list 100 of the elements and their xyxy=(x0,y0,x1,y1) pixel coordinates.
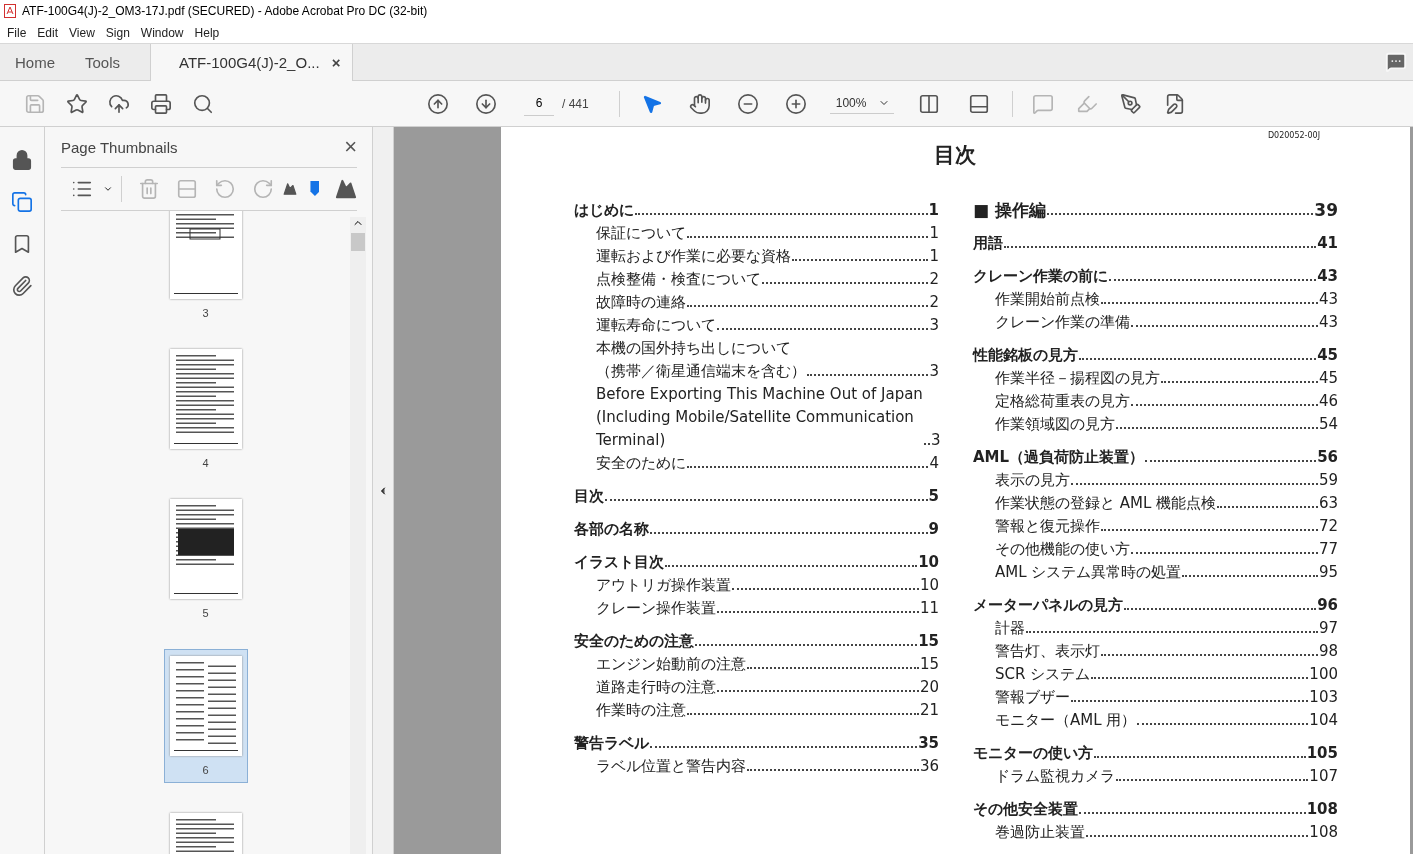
toc-entry: エンジン始動前の注意 15 xyxy=(595,654,939,675)
caret-icon xyxy=(103,184,113,194)
menu-item[interactable]: Help xyxy=(189,25,225,40)
menu-item[interactable]: File xyxy=(2,25,32,40)
chat-icon[interactable] xyxy=(1385,51,1407,73)
page-label: 3 xyxy=(202,307,209,319)
lock-button[interactable] xyxy=(11,149,33,171)
pen-icon xyxy=(1120,92,1143,115)
document-code: D020052-00J xyxy=(1267,131,1320,140)
scroll-mode-icon xyxy=(968,92,991,115)
toc-heading: モニターの使い方 105 xyxy=(973,743,1338,764)
page-thumbnail[interactable] xyxy=(169,211,242,299)
document-title: 目次 xyxy=(934,142,977,169)
toc-entry: AML システム異常時の処置 95 xyxy=(994,562,1338,583)
arrow-up-icon xyxy=(427,92,449,115)
page-label: 6 xyxy=(202,764,209,776)
printer-icon xyxy=(150,92,172,115)
toc-entry: 運転および作業に必要な資格 1 xyxy=(595,246,939,267)
toc-entry: 計器 97 xyxy=(994,618,1338,639)
menu-item[interactable]: Sign xyxy=(100,25,135,40)
scrollbar-thumb[interactable] xyxy=(351,233,365,251)
toc-entry: 点検整備・検査について 2 xyxy=(595,269,939,290)
tab[interactable]: ATF-100G4(J)-2_O... × xyxy=(150,44,354,81)
toc-entry: クレーン作業の準備 43 xyxy=(994,312,1338,333)
toc-entry: その他機能の使い方 77 xyxy=(994,539,1338,560)
fit-page-icon xyxy=(918,92,941,115)
page-label: 4 xyxy=(202,457,209,469)
pdf-icon xyxy=(4,4,16,18)
paperclip-icon xyxy=(11,275,33,297)
page-thumbnail[interactable] xyxy=(169,349,242,449)
toc-entry: 故障時の連絡 2 xyxy=(595,292,939,313)
toc-entry: 警報と復元操作 72 xyxy=(994,516,1338,537)
toc-entry: 作業時の注意 21 xyxy=(595,700,939,721)
menu-item[interactable]: Window xyxy=(135,25,189,40)
page-number-field[interactable]: 6 xyxy=(524,91,554,116)
toc-heading: はじめに 1 xyxy=(574,200,939,221)
toc-entry: 警報ブザー 103 xyxy=(994,687,1338,708)
toc-heading: メーターパネルの見方 96 xyxy=(973,595,1338,616)
hand-icon xyxy=(688,92,711,115)
toc-entry: 作業領域図の見方 54 xyxy=(994,414,1338,435)
comment-icon xyxy=(1032,92,1055,115)
toc-heading: 警告ラベル 35 xyxy=(574,733,939,754)
zoom-out-icon xyxy=(736,92,759,115)
large-mountain-icon xyxy=(335,178,357,200)
toc-entry: 巻過防止装置 108 xyxy=(994,822,1338,843)
zoom-in-icon xyxy=(784,92,807,115)
toc-heading: ■ 操作編 39 xyxy=(973,199,1338,222)
page-label: 5 xyxy=(202,607,209,619)
toc-heading: AML（過負荷防止装置） 56 xyxy=(973,447,1338,468)
toc-entry: モニター（AML 用） 104 xyxy=(994,710,1338,731)
close-button[interactable]: × xyxy=(344,134,357,160)
toc-entry: 安全のために 4 xyxy=(595,453,939,474)
tab[interactable]: Tools xyxy=(70,44,136,80)
toc-heading: 安全のための注意 15 xyxy=(574,631,939,652)
toc-heading: その他安全装置 108 xyxy=(973,799,1338,820)
toc-entry: クレーン操作装置 11 xyxy=(595,598,939,619)
page-count: / 441 xyxy=(562,96,589,111)
toc-entry: 表示の見方 59 xyxy=(994,470,1338,491)
page-thumbnail[interactable] xyxy=(169,499,242,599)
save-icon xyxy=(24,92,46,115)
trash-icon xyxy=(138,178,160,200)
window-title: ATF-100G4(J)-2_OM3-17J.pdf (SECURED) - Adobe Acrobat Pro DC (32-bit) xyxy=(22,4,428,18)
tab[interactable]: Home xyxy=(0,44,70,80)
toc-entry: アウトリガ操作装置 10 xyxy=(595,575,939,596)
rotate-right-icon xyxy=(252,178,274,200)
star-icon xyxy=(66,92,88,115)
toc-entry: 作業開始前点検 43 xyxy=(994,289,1338,310)
insert-page-icon xyxy=(176,178,198,200)
paperclip-button[interactable] xyxy=(11,275,33,297)
scrollbar[interactable] xyxy=(350,217,366,854)
toc-heading: 用語 41 xyxy=(973,233,1338,254)
toc-heading: 各部の名称 9 xyxy=(574,519,939,540)
cloud-upload-icon xyxy=(108,92,130,115)
menu-item[interactable]: View xyxy=(64,25,100,40)
arrow-down-icon xyxy=(475,92,497,115)
toc-entry: 警告灯、表示灯 98 xyxy=(994,641,1338,662)
small-mountain-icon xyxy=(283,182,297,196)
toc-entry: 保証について 1 xyxy=(595,223,939,244)
rotate-left-icon xyxy=(214,178,236,200)
toc-entry: 作業状態の登録と AML 機能点検 63 xyxy=(994,493,1338,514)
toc-entry: ラベル位置と警告内容 36 xyxy=(595,756,939,777)
lock-icon xyxy=(11,149,33,171)
menu-item[interactable]: Edit xyxy=(32,25,64,40)
panel-title: Page Thumbnails xyxy=(61,138,178,156)
toc-entry: 作業半径－揚程図の見方 45 xyxy=(994,368,1338,389)
pages-button[interactable] xyxy=(11,191,33,213)
toc-heading: イラスト目次 10 xyxy=(574,552,939,573)
close-tab-button[interactable]: × xyxy=(331,54,341,71)
toc-entry: ドラム監視カメラ 107 xyxy=(994,766,1338,787)
toc-entry: 道路走行時の注意 20 xyxy=(595,677,939,698)
toc-heading: 目次 5 xyxy=(574,486,939,507)
search-icon xyxy=(192,92,214,115)
toc-entry: Before Exporting This Machine Out of Japan (Including Mobile/Satellite Communication Terminal) 3 xyxy=(595,384,939,451)
toc-entry: 定格総荷重表の見方 46 xyxy=(994,391,1338,412)
toc-entry: 本機の国外持ち出しについて （携帯／衛星通信端末を含む） 3 xyxy=(595,338,939,382)
toc-entry: 運転寿命について 3 xyxy=(595,315,939,336)
toc-entry: SCR システム 100 xyxy=(994,664,1338,685)
page-thumbnail[interactable] xyxy=(169,656,242,756)
zoom-dropdown[interactable]: 100% xyxy=(829,93,895,114)
pages-icon xyxy=(11,191,33,213)
